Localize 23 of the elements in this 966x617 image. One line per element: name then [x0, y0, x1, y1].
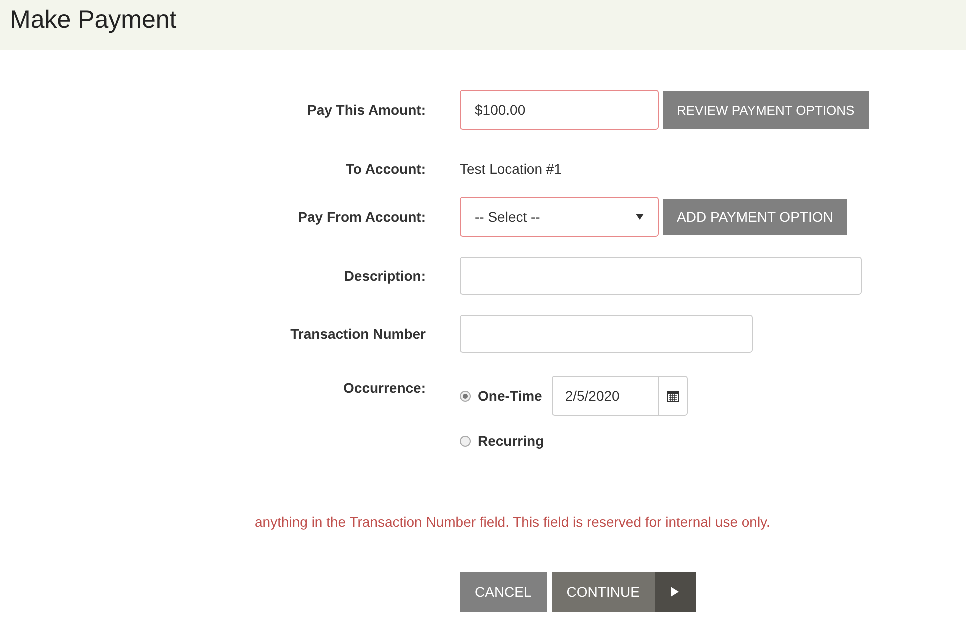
text-field[interactable] [460, 257, 862, 295]
radio-option[interactable]: One-Time [460, 388, 542, 404]
field-label: To Account: [346, 161, 426, 177]
calendar-icon[interactable] [658, 376, 688, 416]
action-button[interactable]: ADD PAYMENT OPTION [663, 199, 848, 235]
page-title: Make Payment [10, 6, 177, 35]
amount-field[interactable]: $100.00 [460, 90, 659, 130]
field-label: Description: [344, 268, 426, 284]
action-button[interactable]: REVIEW PAYMENT OPTIONS [663, 91, 869, 129]
warning-message: anything in the Transaction Number field. This field is reserved for internal use only. [255, 514, 772, 530]
cancel-button[interactable]: CANCEL [460, 572, 547, 612]
field-label: Occurrence: [344, 380, 426, 396]
account-dropdown[interactable]: -- Select -- [460, 197, 659, 237]
radio-option[interactable]: Recurring [460, 433, 544, 449]
caret-icon [636, 214, 644, 220]
date-field[interactable]: 2/5/2020 [552, 376, 658, 416]
field-label: Transaction Number [290, 326, 426, 342]
play-icon [671, 587, 680, 597]
text-field[interactable] [460, 315, 753, 353]
continue-button[interactable]: CONTINUE [552, 572, 696, 612]
field-label: Pay This Amount: [308, 102, 426, 118]
field-label: Pay From Account: [298, 209, 426, 225]
account-name: Test Location #1 [460, 161, 562, 177]
